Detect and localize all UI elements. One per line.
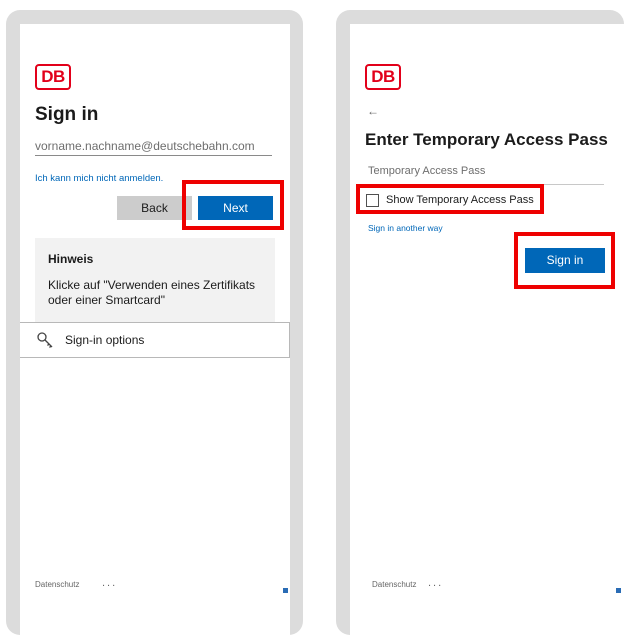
next-button[interactable]: Next [198,196,273,220]
email-field-underline [35,155,272,156]
back-button[interactable]: Back [117,196,192,220]
more-options-ellipsis[interactable]: ... [428,577,443,589]
privacy-link[interactable]: Datenschutz [372,580,416,589]
db-logo: DB [365,64,401,90]
hint-box: Hinweis Klicke auf "Verwenden eines Zert… [35,238,275,326]
db-logo: DB [35,64,71,90]
right-phone-screen: DB ← Enter Temporary Access Pass Tempora… [350,24,624,635]
privacy-link[interactable]: Datenschutz [35,580,79,589]
sign-in-another-way-link[interactable]: Sign in another way [368,223,443,233]
lock-icon [283,588,288,593]
hint-title: Hinweis [48,252,94,266]
signin-options-button[interactable]: Sign-in options [20,322,290,358]
signin-options-label: Sign-in options [65,333,145,347]
sign-in-button[interactable]: Sign in [525,248,605,273]
back-arrow-icon[interactable]: ← [367,104,379,118]
more-options-ellipsis[interactable]: ... [102,577,117,589]
hint-text: Klicke auf "Verwenden eines Zertifikats … [48,278,256,307]
cant-sign-in-link[interactable]: Ich kann mich nicht anmelden. [35,173,163,184]
tap-field-underline [368,184,604,185]
show-tap-checkbox[interactable] [366,194,379,207]
temporary-access-pass-field[interactable]: Temporary Access Pass [368,165,485,177]
left-phone-screen: DB Sign in vorname.nachname@deutschebahn… [20,24,290,635]
key-icon [36,331,54,349]
page-title: Enter Temporary Access Pass [365,130,608,149]
email-field[interactable]: vorname.nachname@deutschebahn.com [35,139,255,153]
show-tap-label[interactable]: Show Temporary Access Pass [386,194,534,206]
page-title: Sign in [35,104,99,125]
lock-icon [616,588,621,593]
